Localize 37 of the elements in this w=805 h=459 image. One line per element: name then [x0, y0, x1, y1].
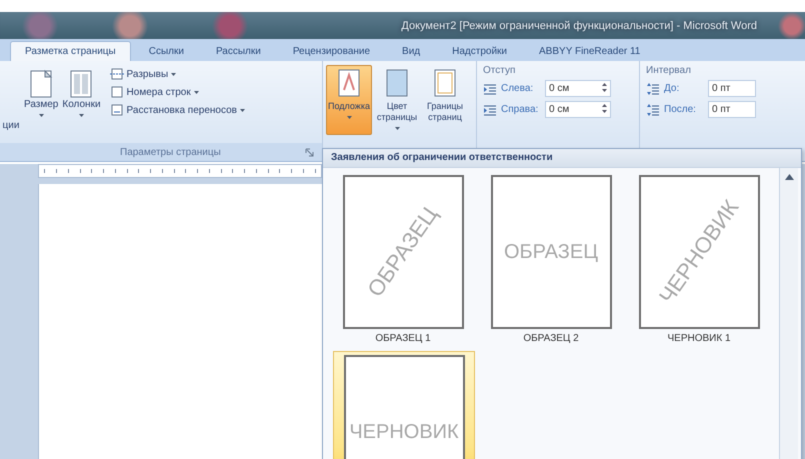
watermark-text: ЧЕРНОВИК: [349, 420, 459, 444]
field-label: Слева:: [501, 83, 534, 94]
ribbon-button[interactable]: Подложка: [326, 65, 372, 135]
ribbon-tab[interactable]: Рецензирование: [278, 41, 384, 61]
item-label: ЧЕРНОВИК 1: [667, 333, 731, 346]
button-label: Колонки: [62, 99, 101, 110]
group-title: Интервал: [646, 65, 692, 76]
item-label: ОБРАЗЕЦ 1: [375, 333, 431, 346]
group-label: Параметры страницы: [120, 146, 221, 158]
ribbon-tab[interactable]: Ссылки: [134, 41, 198, 61]
spin-field[interactable]: 0 пт: [708, 80, 756, 97]
ribbon-button[interactable]: Границы страниц: [422, 65, 468, 135]
item-label: ОБРАЗЕЦ 2: [523, 333, 579, 346]
button-label: Размер: [24, 99, 58, 110]
ribbon-tab[interactable]: ABBYY FineReader 11: [525, 41, 654, 61]
gallery-header: Заявления об ограничении ответственности: [323, 149, 801, 168]
spin-field[interactable]: 0 пт: [708, 101, 756, 118]
ribbon-button[interactable]: Цвет страницы: [374, 65, 420, 135]
ribbon-tab[interactable]: Рассылки: [202, 41, 275, 61]
button-label: ции: [2, 120, 20, 131]
window-title: Документ2 [Режим ограниченной функциональности] - Microsoft Word: [401, 20, 757, 32]
field-label: До:: [664, 83, 680, 94]
field-label: После:: [664, 104, 697, 115]
ribbon-button[interactable]: Колонки: [60, 67, 103, 143]
ribbon-button[interactable]: Расстановка переносов: [108, 103, 246, 117]
spin-field[interactable]: 0 см: [545, 101, 611, 118]
ribbon-tab[interactable]: Разметка страницы: [10, 41, 131, 61]
spin-field[interactable]: 0 см: [545, 80, 611, 97]
group-title: Отступ: [483, 65, 516, 76]
ribbon-button[interactable]: Разрывы: [108, 67, 246, 81]
ribbon-tab[interactable]: Надстройки: [438, 41, 522, 61]
field-label: Справа:: [501, 104, 540, 115]
ribbon-button[interactable]: Размер: [22, 67, 60, 143]
ribbon-tab[interactable]: Вид: [388, 41, 434, 61]
watermark-text: ОБРАЗЕЦ: [504, 240, 598, 264]
ribbon-button[interactable]: Номера строк: [108, 85, 246, 99]
ribbon-button[interactable]: ции: [0, 67, 22, 133]
